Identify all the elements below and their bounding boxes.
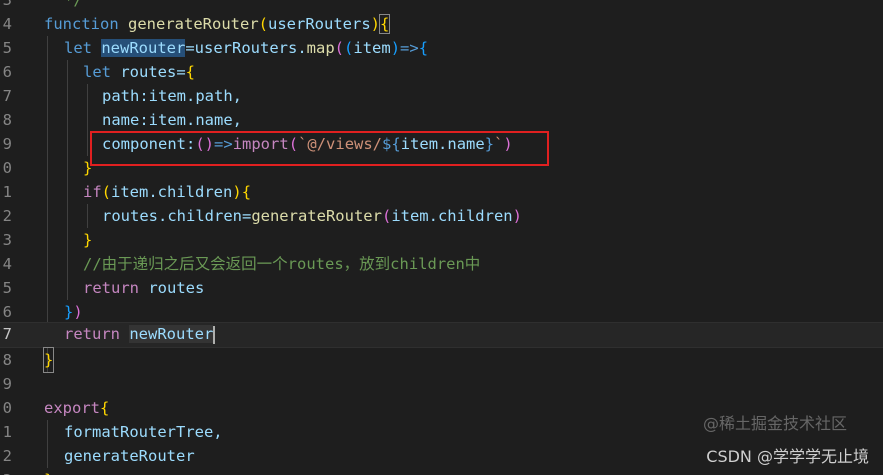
variable-token: routes [148, 279, 205, 297]
line-number: 7 [2, 87, 12, 105]
line-number: 5 [2, 279, 12, 297]
line-number: 9 [2, 375, 12, 393]
expression-token: =userRouters. [185, 39, 307, 57]
line-number: 6 [2, 303, 12, 321]
line-number: 9 [2, 135, 12, 153]
line-number: 2 [2, 447, 12, 465]
code-line[interactable]: 4 //由于递归之后又会返回一个routes，放到children中 [0, 252, 883, 276]
code-line[interactable]: 3 */ [0, 0, 883, 12]
keyword-token: return [83, 279, 139, 297]
comment-token: //由于递归之后又会返回一个routes，放到children中 [83, 255, 481, 273]
line-number: 3 [2, 0, 12, 9]
code-editor[interactable]: 3 */ 4 function generateRouter(userRoute… [0, 0, 883, 475]
line-number: 5 [2, 39, 12, 57]
bracket-token: { [378, 14, 391, 34]
variable-token: item.children [111, 183, 233, 201]
code-line[interactable]: 5 return routes [0, 276, 883, 300]
function-name-token: generateRouter [251, 207, 382, 225]
property-token: path:item.path, [102, 87, 242, 105]
arrow-token: => [400, 39, 419, 57]
line-number: 7 [2, 325, 12, 343]
bracket-token: } [44, 468, 53, 475]
line-number: 4 [2, 15, 12, 33]
juejin-watermark: @稀土掘金技术社区 [702, 414, 847, 433]
code-line[interactable]: 7 path:item.path, [0, 84, 883, 108]
param-token: userRouters [268, 15, 371, 33]
line-number: 8 [2, 111, 12, 129]
code-line[interactable]: 5 let newRouter=userRouters.map((item)=>… [0, 36, 883, 60]
line-number: 6 [2, 63, 12, 81]
bracket-token: ) [73, 303, 83, 321]
bracket-token: ) [512, 207, 522, 225]
code-line-current[interactable]: 7 return newRouter [0, 322, 883, 348]
code-line[interactable]: 9 [0, 372, 883, 396]
bracket-token: } [83, 231, 93, 249]
line-number: 3 [0, 468, 12, 475]
keyword-token: if [83, 183, 102, 201]
bracket-token: } [42, 347, 55, 373]
code-line[interactable]: 4 function generateRouter(userRouters){ [0, 12, 883, 36]
keyword-token: export [44, 399, 100, 417]
variable-token: formatRouterTree, [64, 423, 223, 441]
code-line[interactable]: 1 if(item.children){ [0, 180, 883, 204]
line-number: 1 [2, 423, 12, 441]
bracket-token: ) [370, 15, 380, 33]
bracket-token: ( [334, 39, 345, 57]
param-token: item [353, 39, 391, 57]
bracket-token: ( [344, 39, 354, 57]
code-line[interactable]: 8 name:item.name, [0, 108, 883, 132]
line-number: 8 [2, 351, 12, 369]
function-name-token: generateRouter [128, 15, 259, 33]
line-number: 0 [2, 399, 12, 417]
code-line[interactable]: 3 } [0, 228, 883, 252]
bracket-token: ) [390, 39, 401, 57]
code-line[interactable]: 8 } [0, 347, 883, 373]
bracket-token: ( [381, 207, 392, 225]
highlight-box [90, 131, 549, 166]
variable-token: newRouter [129, 325, 214, 343]
bracket-token: } [64, 303, 74, 321]
keyword-token: function [44, 15, 119, 33]
variable-token: routes.children= [102, 207, 252, 225]
bracket-token: { [100, 399, 110, 417]
bracket-token: ( [101, 183, 112, 201]
bracket-token: { [241, 183, 252, 201]
keyword-token: let [83, 63, 111, 81]
variable-token: newRouter [101, 39, 186, 57]
bracket-token: { [418, 39, 429, 57]
line-number: 3 [2, 231, 12, 249]
csdn-watermark: CSDN @学学学无止境 [706, 447, 869, 466]
line-number: 1 [2, 183, 12, 201]
text-cursor [213, 325, 216, 344]
line-number: 4 [2, 255, 12, 273]
property-token: name:item.name, [102, 111, 242, 129]
line-number: 0 [2, 159, 12, 177]
variable-token: routes= [120, 63, 186, 81]
code-line[interactable]: 6 let routes={ [0, 60, 883, 84]
variable-token: generateRouter [64, 447, 195, 465]
function-name-token: map [306, 39, 335, 57]
code-line[interactable]: 6 }) [0, 300, 883, 324]
code-line[interactable]: 3 } [0, 468, 883, 475]
bracket-token: ( [258, 15, 268, 33]
keyword-token: let [64, 39, 92, 57]
bracket-token: { [185, 63, 196, 81]
code-line[interactable]: 2 routes.children=generateRouter(item.ch… [0, 204, 883, 228]
variable-token: item.children [391, 207, 513, 225]
comment-token: */ [64, 0, 83, 9]
bracket-token: ) [232, 183, 242, 201]
line-number: 2 [2, 207, 12, 225]
keyword-token: return [64, 325, 120, 343]
